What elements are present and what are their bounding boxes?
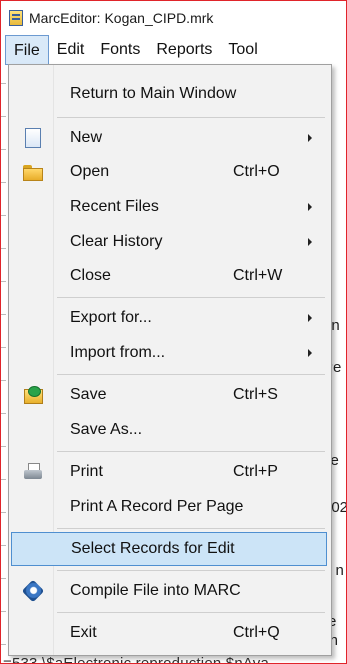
menu-file[interactable]: File xyxy=(5,35,49,65)
menu-shortcut: Ctrl+Q xyxy=(233,624,280,641)
open-folder-icon xyxy=(23,162,43,182)
menu-item-exit[interactable]: Exit Ctrl+Q xyxy=(11,616,327,650)
menu-bar: File Edit Fonts Reports Tool xyxy=(1,35,346,65)
menu-item-save-as[interactable]: Save As... xyxy=(11,413,327,447)
menu-item-label: Print A Record Per Page xyxy=(70,498,244,515)
menu-item-label: Save As... xyxy=(70,421,143,438)
menu-separator xyxy=(57,451,325,452)
marc-editor-app-icon xyxy=(9,10,23,26)
menu-item-print[interactable]: Print Ctrl+P xyxy=(11,455,327,489)
menu-item-save[interactable]: Save Ctrl+S xyxy=(11,378,327,412)
submenu-arrow-icon xyxy=(308,314,312,322)
menu-item-label: Compile File into MARC xyxy=(70,582,241,599)
menu-item-compile-file-into-marc[interactable]: Compile File into MARC xyxy=(11,574,327,608)
title-bar: MarcEditor: Kogan_CIPD.mrk xyxy=(1,1,346,35)
menu-item-export-for[interactable]: Export for... xyxy=(11,301,327,335)
menu-shortcut: Ctrl+S xyxy=(233,386,278,403)
menu-shortcut: Ctrl+O xyxy=(233,163,280,180)
menu-item-select-records-for-edit[interactable]: Select Records for Edit xyxy=(11,532,327,566)
menu-item-label: Import from... xyxy=(70,344,166,361)
menu-item-label: Exit xyxy=(70,624,97,641)
menu-item-label: Clear History xyxy=(70,233,163,250)
menu-item-label: Save xyxy=(70,386,107,403)
menu-item-label: Close xyxy=(70,267,111,284)
menu-item-return-to-main-window[interactable]: Return to Main Window xyxy=(11,77,327,111)
menu-item-recent-files[interactable]: Recent Files xyxy=(11,190,327,224)
compile-icon xyxy=(23,581,43,601)
menu-fonts[interactable]: Fonts xyxy=(92,35,148,65)
submenu-arrow-icon xyxy=(308,134,312,142)
menu-edit[interactable]: Edit xyxy=(49,35,93,65)
menu-separator xyxy=(57,374,325,375)
editor-line-533: =533 \$aElectronic reproduction.$nAva xyxy=(3,655,270,664)
menu-separator xyxy=(57,117,325,118)
menu-item-open[interactable]: Open Ctrl+O xyxy=(11,155,327,189)
save-icon xyxy=(23,385,43,405)
menu-item-clear-history[interactable]: Clear History xyxy=(11,225,327,259)
menu-item-close[interactable]: Close Ctrl+W xyxy=(11,259,327,293)
window-title: MarcEditor: Kogan_CIPD.mrk xyxy=(29,10,214,26)
menu-separator xyxy=(57,612,325,613)
submenu-arrow-icon xyxy=(308,238,312,246)
marc-editor-window: MarcEditor: Kogan_CIPD.mrk File Edit Fon… xyxy=(0,0,347,664)
menu-reports[interactable]: Reports xyxy=(148,35,220,65)
file-menu-dropdown: Return to Main Window New Open Ctrl+O Re… xyxy=(8,64,332,656)
menu-shortcut: Ctrl+W xyxy=(233,267,283,284)
menu-item-label: Return to Main Window xyxy=(70,85,237,102)
menu-shortcut: Ctrl+P xyxy=(233,463,278,480)
menu-item-label: Print xyxy=(70,463,103,480)
menu-separator xyxy=(57,570,325,571)
printer-icon xyxy=(23,462,43,482)
menu-separator xyxy=(57,297,325,298)
menu-item-label: Export for... xyxy=(70,309,152,326)
menu-separator xyxy=(57,528,325,529)
menu-item-label: Recent Files xyxy=(70,198,159,215)
menu-item-label: Select Records for Edit xyxy=(71,540,235,557)
editor-gutter xyxy=(1,65,6,663)
menu-item-new[interactable]: New xyxy=(11,121,327,155)
submenu-arrow-icon xyxy=(308,203,312,211)
menu-item-label: Open xyxy=(70,163,110,180)
new-document-icon xyxy=(25,128,41,148)
menu-item-label: New xyxy=(70,129,103,146)
menu-item-import-from[interactable]: Import from... xyxy=(11,336,327,370)
menu-tools[interactable]: Tool xyxy=(220,35,265,65)
menu-item-print-a-record-per-page[interactable]: Print A Record Per Page xyxy=(11,490,327,524)
submenu-arrow-icon xyxy=(308,349,312,357)
